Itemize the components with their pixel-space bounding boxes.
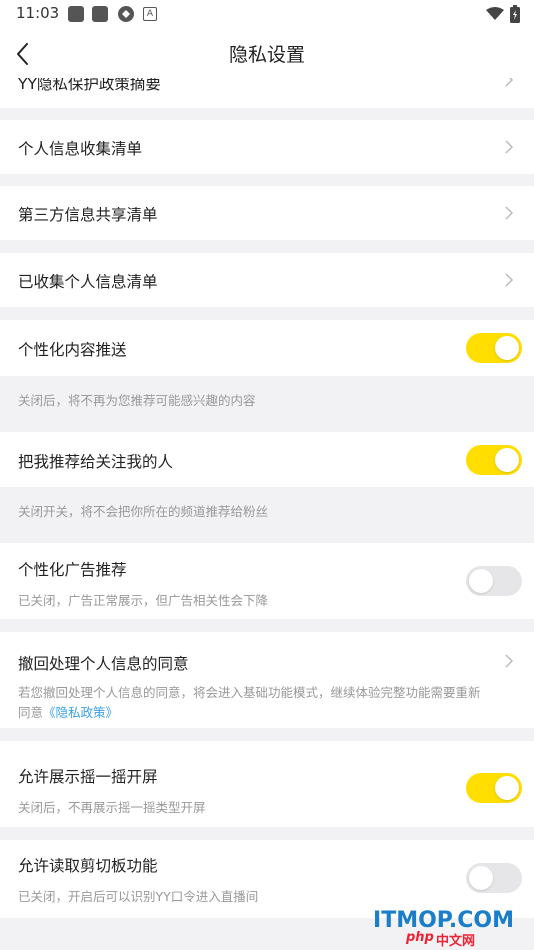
header: 隐私设置 [0, 30, 534, 78]
chevron-right-icon [505, 140, 514, 154]
list-item-policy-summary[interactable]: YY隐私保护政策摘要 [0, 78, 534, 108]
toggle-knob [495, 776, 519, 800]
toggle-knob [495, 336, 519, 360]
status-bar: 11:03 A [0, 0, 534, 30]
policy-summary-label: YY隐私保护政策摘要 [18, 78, 161, 93]
notification-icon [68, 6, 84, 22]
chevron-right-icon [505, 654, 514, 668]
privacy-policy-link[interactable]: 《隐私政策》 [43, 705, 118, 720]
recommend-followers-note: 关闭开关，将不会把你所在的频道推荐给粉丝 [18, 504, 269, 519]
collected-label: 已收集个人信息清单 [18, 273, 158, 291]
chevron-right-icon [505, 273, 514, 287]
revoke-consent-label: 撤回处理个人信息的同意 [18, 655, 189, 673]
revoke-consent-sub2: 同意《隐私政策》 [18, 702, 118, 721]
clipboard-label: 允许读取剪切板功能 [18, 857, 158, 875]
watermark: ITMOP.COM php 中文网 [364, 908, 524, 949]
toggle-knob [495, 448, 519, 472]
shake-screen-label: 允许展示摇一摇开屏 [18, 768, 158, 786]
list-item-third-party[interactable]: 第三方信息共享清单 [0, 186, 534, 240]
toggle-knob [469, 866, 493, 890]
shake-screen-sub: 关闭后，不再展示摇一摇类型开屏 [18, 800, 206, 815]
cloud-icon [117, 5, 135, 27]
third-party-label: 第三方信息共享清单 [18, 206, 158, 224]
shake-screen-toggle[interactable] [466, 773, 522, 803]
setting-clipboard: 允许读取剪切板功能 已关闭，开启后可以识别YY口令进入直播间 [0, 840, 534, 918]
personalized-ads-sub: 已关闭，广告正常展示，但广告相关性会下降 [18, 593, 269, 608]
chevron-right-icon [505, 206, 514, 220]
toggle-knob [469, 569, 493, 593]
app-icon: A [143, 7, 157, 21]
status-right-icons [486, 5, 520, 23]
list-item-collected[interactable]: 已收集个人信息清单 [0, 253, 534, 307]
recommend-followers-toggle[interactable] [466, 445, 522, 475]
battery-icon [510, 5, 520, 23]
revoke-consent-prefix: 同意 [18, 705, 44, 720]
setting-recommend-followers: 把我推荐给关注我的人 [0, 432, 534, 487]
personalized-content-note: 关闭后，将不再为您推荐可能感兴趣的内容 [18, 393, 256, 408]
list-item-personal-info[interactable]: 个人信息收集清单 [0, 120, 534, 174]
wifi-icon [486, 7, 504, 20]
clipboard-sub: 已关闭，开启后可以识别YY口令进入直播间 [18, 889, 259, 904]
chevron-right-icon [505, 78, 514, 87]
setting-personalized-content: 个性化内容推送 [0, 320, 534, 376]
recommend-followers-label: 把我推荐给关注我的人 [18, 453, 174, 471]
list-item-revoke-consent[interactable]: 撤回处理个人信息的同意 若您撤回处理个人信息的同意，将会进入基础功能模式，继续体… [0, 632, 534, 728]
watermark-php: php [406, 930, 434, 945]
personalized-ads-label: 个性化广告推荐 [18, 561, 127, 579]
status-time: 11:03 [16, 4, 60, 22]
revoke-consent-sub: 若您撤回处理个人信息的同意，将会进入基础功能模式，继续体验完整功能需要重新 [18, 685, 481, 700]
personal-info-label: 个人信息收集清单 [18, 140, 143, 158]
page-title: 隐私设置 [228, 44, 305, 66]
personalized-content-label: 个性化内容推送 [18, 341, 127, 359]
setting-personalized-ads: 个性化广告推荐 已关闭，广告正常展示，但广告相关性会下降 [0, 543, 534, 619]
watermark-cn: 中文网 [436, 934, 476, 949]
personalized-ads-toggle[interactable] [466, 566, 522, 596]
notification-icon [92, 6, 108, 22]
setting-shake-screen: 允许展示摇一摇开屏 关闭后，不再展示摇一摇类型开屏 [0, 741, 534, 827]
personalized-content-toggle[interactable] [466, 333, 522, 363]
clipboard-toggle[interactable] [466, 863, 522, 893]
